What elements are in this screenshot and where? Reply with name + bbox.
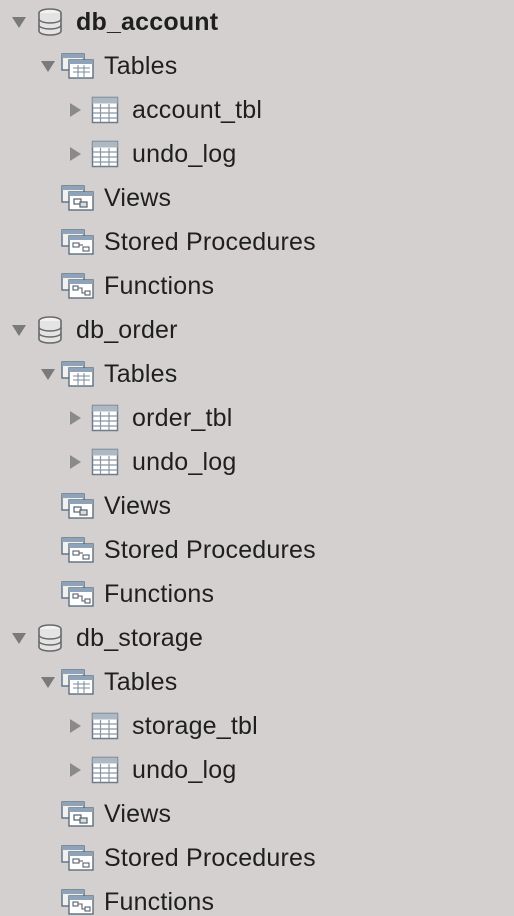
stored-procedures-folder[interactable]: Stored Procedures [0, 220, 514, 264]
table-icon [88, 711, 122, 741]
functions-folder[interactable]: Functions [0, 264, 514, 308]
functions-icon [61, 887, 95, 916]
table-name: undo_log [132, 756, 237, 784]
stored-procedures-label: Stored Procedures [104, 536, 316, 564]
database-node[interactable]: db_order [0, 308, 514, 352]
stored-procedures-label: Stored Procedures [104, 844, 316, 872]
tables-folder[interactable]: Tables [0, 352, 514, 396]
folder-icon [61, 667, 95, 697]
views-folder-label: Views [104, 184, 172, 212]
database-name: db_storage [76, 624, 204, 652]
table-name: order_tbl [132, 404, 233, 432]
procedures-icon [61, 227, 95, 257]
table-name: undo_log [132, 448, 237, 476]
table-icon [88, 755, 122, 785]
functions-icon [61, 271, 95, 301]
views-folder-label: Views [104, 492, 172, 520]
functions-folder-label: Functions [104, 272, 215, 300]
tables-folder[interactable]: Tables [0, 44, 514, 88]
database-icon [33, 7, 67, 37]
database-name: db_order [76, 316, 178, 344]
views-icon [61, 183, 95, 213]
schema-tree: db_account Tables account_tbl undo_log Views… [0, 0, 514, 916]
functions-folder-label: Functions [104, 580, 215, 608]
views-folder[interactable]: Views [0, 792, 514, 836]
procedures-icon [61, 535, 95, 565]
views-folder[interactable]: Views [0, 484, 514, 528]
disclosure-expanded-icon[interactable] [39, 365, 57, 383]
table-icon [88, 139, 122, 169]
stored-procedures-folder[interactable]: Stored Procedures [0, 836, 514, 880]
table-node[interactable]: undo_log [0, 132, 514, 176]
database-node[interactable]: db_account [0, 0, 514, 44]
disclosure-collapsed-icon[interactable] [66, 409, 84, 427]
table-icon [88, 403, 122, 433]
disclosure-collapsed-icon[interactable] [66, 101, 84, 119]
disclosure-expanded-icon[interactable] [39, 57, 57, 75]
views-folder[interactable]: Views [0, 176, 514, 220]
views-folder-label: Views [104, 800, 172, 828]
tables-folder-label: Tables [104, 52, 178, 80]
disclosure-expanded-icon[interactable] [10, 13, 28, 31]
table-name: account_tbl [132, 96, 263, 124]
database-icon [33, 315, 67, 345]
folder-icon [61, 51, 95, 81]
stored-procedures-label: Stored Procedures [104, 228, 316, 256]
disclosure-collapsed-icon[interactable] [66, 761, 84, 779]
stored-procedures-folder[interactable]: Stored Procedures [0, 528, 514, 572]
tables-folder[interactable]: Tables [0, 660, 514, 704]
database-icon [33, 623, 67, 653]
procedures-icon [61, 843, 95, 873]
table-node[interactable]: storage_tbl [0, 704, 514, 748]
functions-icon [61, 579, 95, 609]
table-name: storage_tbl [132, 712, 258, 740]
tables-folder-label: Tables [104, 360, 178, 388]
disclosure-expanded-icon[interactable] [39, 673, 57, 691]
database-node[interactable]: db_storage [0, 616, 514, 660]
table-name: undo_log [132, 140, 237, 168]
table-icon [88, 95, 122, 125]
functions-folder[interactable]: Functions [0, 880, 514, 916]
folder-icon [61, 359, 95, 389]
table-node[interactable]: undo_log [0, 440, 514, 484]
views-icon [61, 799, 95, 829]
disclosure-collapsed-icon[interactable] [66, 453, 84, 471]
table-node[interactable]: undo_log [0, 748, 514, 792]
functions-folder[interactable]: Functions [0, 572, 514, 616]
table-node[interactable]: account_tbl [0, 88, 514, 132]
database-name: db_account [76, 8, 219, 36]
disclosure-collapsed-icon[interactable] [66, 717, 84, 735]
tables-folder-label: Tables [104, 668, 178, 696]
table-icon [88, 447, 122, 477]
disclosure-expanded-icon[interactable] [10, 321, 28, 339]
disclosure-expanded-icon[interactable] [10, 629, 28, 647]
disclosure-collapsed-icon[interactable] [66, 145, 84, 163]
table-node[interactable]: order_tbl [0, 396, 514, 440]
views-icon [61, 491, 95, 521]
functions-folder-label: Functions [104, 888, 215, 916]
